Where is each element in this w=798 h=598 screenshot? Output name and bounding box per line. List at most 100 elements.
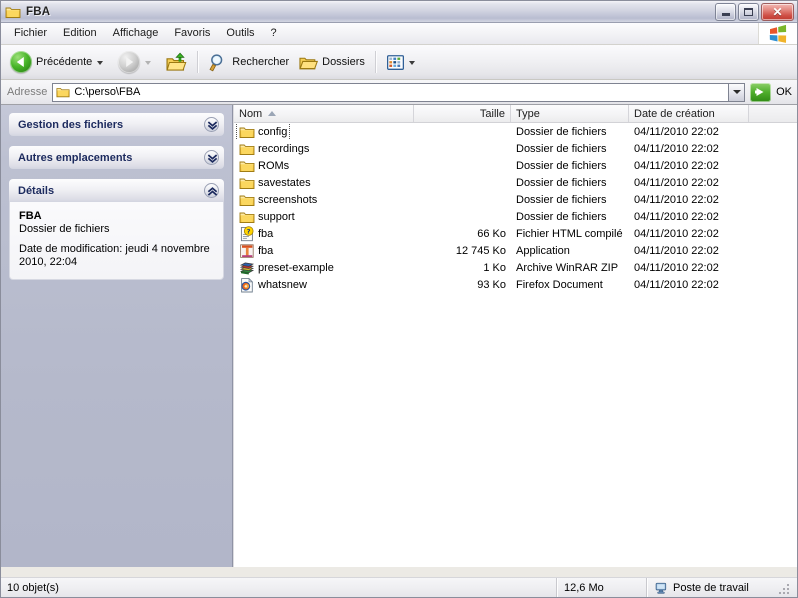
address-dropdown-button[interactable] bbox=[728, 82, 746, 102]
go-label: OK bbox=[776, 86, 792, 98]
file-name-box[interactable]: whatsnew bbox=[237, 277, 309, 293]
file-name-box[interactable]: preset-example bbox=[237, 260, 336, 276]
folder-icon bbox=[239, 175, 255, 191]
toolbar: Précédente Rechercher Dossiers bbox=[1, 45, 797, 80]
table-row[interactable]: recordings Dossier de fichiers 04/11/2010 … bbox=[234, 140, 797, 157]
panel-details[interactable]: Détails FBA Dossier de fichiers Date de … bbox=[9, 179, 224, 280]
back-arrow-icon bbox=[10, 51, 32, 73]
resize-grip[interactable] bbox=[777, 582, 789, 594]
folder-icon bbox=[239, 192, 255, 208]
menu-help[interactable]: ? bbox=[263, 25, 285, 42]
go-group: OK bbox=[750, 82, 792, 102]
address-input[interactable]: C:\perso\FBA bbox=[52, 82, 729, 102]
application-icon bbox=[239, 243, 255, 259]
folder-up-icon bbox=[166, 52, 187, 73]
sort-ascending-icon bbox=[268, 111, 277, 116]
column-headers: Nom Taille Type Date de création bbox=[234, 105, 797, 123]
cell-type: Application bbox=[516, 244, 570, 257]
cell-type: Dossier de fichiers bbox=[516, 210, 607, 223]
menu-favoris[interactable]: Favoris bbox=[166, 25, 218, 42]
status-total-size: 12,6 Mo bbox=[557, 577, 647, 597]
panel-gestion-des-fichiers[interactable]: Gestion des fichiers bbox=[9, 113, 224, 136]
go-button[interactable] bbox=[750, 82, 772, 102]
cell-date: 04/11/2010 22:02 bbox=[634, 193, 719, 206]
address-value: C:\perso\FBA bbox=[74, 86, 141, 98]
menu-outils[interactable]: Outils bbox=[218, 25, 262, 42]
file-name-box[interactable]: fba bbox=[237, 226, 275, 242]
details-kind: Dossier de fichiers bbox=[19, 223, 110, 235]
file-name-box[interactable]: config bbox=[235, 123, 291, 140]
address-label: Adresse bbox=[7, 86, 48, 98]
cell-name: ROMs bbox=[234, 158, 414, 174]
search-button[interactable]: Rechercher bbox=[204, 48, 294, 76]
column-header-type[interactable]: Type bbox=[511, 105, 629, 122]
menu-bar: Fichier Edition Affichage Favoris Outils… bbox=[1, 23, 797, 45]
file-name-box[interactable]: savestates bbox=[237, 175, 313, 191]
file-name-box[interactable]: recordings bbox=[237, 141, 311, 157]
chevron-down-icon[interactable] bbox=[204, 150, 219, 165]
panel-autres-emplacements[interactable]: Autres emplacements bbox=[9, 146, 224, 169]
table-row[interactable]: fba 12 745 Ko Application 04/11/2010 22:02 bbox=[234, 242, 797, 259]
column-header-filler bbox=[749, 105, 797, 122]
panel-header[interactable]: Détails bbox=[9, 179, 224, 202]
search-label: Rechercher bbox=[232, 56, 290, 68]
file-name: recordings bbox=[258, 142, 310, 155]
cell-name: config bbox=[234, 123, 414, 140]
table-row[interactable]: fba 66 Ko Fichier HTML compilé 04/11/2010 2… bbox=[234, 225, 797, 242]
maximize-button[interactable] bbox=[738, 2, 759, 21]
minimize-button[interactable] bbox=[715, 2, 736, 21]
file-name: whatsnew bbox=[258, 278, 307, 291]
table-row[interactable]: savestates Dossier de fichiers 04/11/2010 … bbox=[234, 174, 797, 191]
cell-date: 04/11/2010 22:02 bbox=[634, 210, 719, 223]
chevron-down-icon[interactable] bbox=[204, 117, 219, 132]
details-name: FBA bbox=[19, 210, 42, 222]
file-name-box[interactable]: fba bbox=[237, 243, 275, 259]
panel-header[interactable]: Gestion des fichiers bbox=[9, 113, 224, 136]
explorer-window: FBA ✕ Fichier Edition Affichage Favoris … bbox=[0, 0, 798, 598]
up-button[interactable] bbox=[161, 48, 192, 76]
file-name: fba bbox=[258, 244, 274, 257]
folders-button[interactable]: Dossiers bbox=[294, 48, 370, 76]
cell-date: 04/11/2010 22:02 bbox=[634, 244, 719, 257]
table-row[interactable]: config Dossier de fichiers 04/11/2010 22:0… bbox=[234, 123, 797, 140]
cell-name: savestates bbox=[234, 175, 414, 191]
file-name-box[interactable]: ROMs bbox=[237, 158, 291, 174]
forward-dropdown-caret-icon[interactable] bbox=[145, 61, 152, 65]
cell-name: screenshots bbox=[234, 192, 414, 208]
views-dropdown-caret-icon[interactable] bbox=[408, 61, 415, 65]
file-name: preset-example bbox=[258, 261, 334, 274]
menu-items: Fichier Edition Affichage Favoris Outils… bbox=[1, 23, 285, 44]
computer-icon bbox=[654, 581, 668, 595]
table-row[interactable]: support Dossier de fichiers 04/11/2010 22:… bbox=[234, 208, 797, 225]
search-icon bbox=[209, 53, 228, 72]
back-dropdown-caret-icon[interactable] bbox=[97, 61, 104, 65]
table-row[interactable]: whatsnew 93 Ko Firefox Document 04/11/2010 … bbox=[234, 276, 797, 293]
address-bar: Adresse C:\perso\FBA OK bbox=[1, 80, 797, 105]
table-row[interactable]: ROMs Dossier de fichiers 04/11/2010 22:02 bbox=[234, 157, 797, 174]
file-list-pane[interactable]: Nom Taille Type Date de création config D… bbox=[233, 105, 797, 567]
file-name: config bbox=[258, 125, 288, 138]
column-header-name[interactable]: Nom bbox=[234, 105, 414, 122]
file-name-box[interactable]: support bbox=[237, 209, 297, 225]
title-bar: FBA ✕ bbox=[1, 1, 797, 23]
chevron-up-icon[interactable] bbox=[204, 183, 219, 198]
views-button[interactable] bbox=[382, 48, 425, 76]
panel-header[interactable]: Autres emplacements bbox=[9, 146, 224, 169]
column-header-date[interactable]: Date de création bbox=[629, 105, 749, 122]
menu-fichier[interactable]: Fichier bbox=[6, 25, 55, 42]
table-row[interactable]: preset-example 1 Ko Archive WinRAR ZIP 04/1… bbox=[234, 259, 797, 276]
column-header-size[interactable]: Taille bbox=[414, 105, 511, 122]
table-row[interactable]: screenshots Dossier de fichiers 04/11/2010… bbox=[234, 191, 797, 208]
panel-title: Autres emplacements bbox=[18, 151, 133, 164]
column-label: Date de création bbox=[634, 107, 715, 120]
toolbar-separator bbox=[197, 51, 200, 73]
cell-date: 04/11/2010 22:02 bbox=[634, 142, 719, 155]
menu-edition[interactable]: Edition bbox=[55, 25, 105, 42]
cell-size: 93 Ko bbox=[477, 278, 506, 291]
forward-button[interactable] bbox=[113, 48, 161, 76]
file-name-box[interactable]: screenshots bbox=[237, 192, 319, 208]
close-button[interactable]: ✕ bbox=[761, 2, 794, 21]
back-button[interactable]: Précédente bbox=[5, 48, 113, 76]
menu-affichage[interactable]: Affichage bbox=[105, 25, 167, 42]
views-grid-icon bbox=[387, 54, 404, 71]
